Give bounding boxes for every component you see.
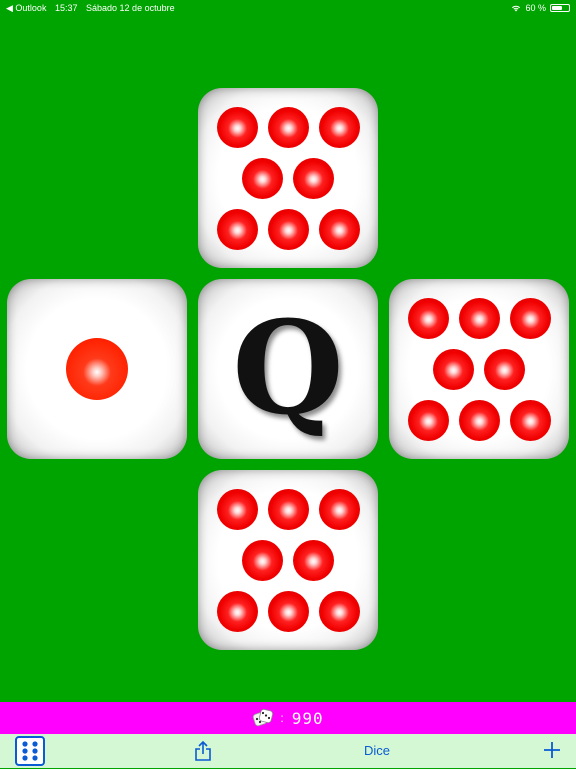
back-to-app-link[interactable]: ◀ Outlook	[6, 3, 46, 13]
die-pip	[318, 106, 360, 148]
battery-percent: 60 %	[525, 3, 546, 13]
die-pip	[484, 348, 525, 390]
dice-select-button[interactable]	[15, 736, 45, 766]
share-icon[interactable]	[192, 740, 214, 762]
die-pip	[509, 399, 551, 441]
dice-pair-icon	[253, 708, 274, 727]
die-pip	[318, 208, 360, 250]
die-pip	[293, 539, 334, 581]
die-pip	[433, 348, 474, 390]
die-pip	[293, 157, 334, 199]
die-pip	[242, 539, 283, 581]
battery-icon	[550, 4, 570, 12]
status-time: 15:37	[54, 3, 78, 13]
die-right[interactable]	[389, 279, 569, 459]
die-pip	[66, 338, 128, 400]
die-bottom[interactable]	[198, 470, 378, 650]
die-pip	[267, 590, 309, 632]
status-bar: ◀ Outlook 15:37 Sábado 12 de octubre 60 …	[0, 0, 576, 16]
die-pip	[318, 488, 360, 530]
die-pip	[242, 157, 283, 199]
score-value: 990	[291, 708, 324, 728]
wifi-icon	[512, 5, 521, 12]
die-pip	[407, 297, 449, 339]
score-separator: :	[280, 711, 284, 725]
die-pip	[407, 399, 449, 441]
die-pip	[267, 208, 309, 250]
die-pip	[267, 488, 309, 530]
die-pip	[216, 590, 258, 632]
score-bar: : 990	[0, 702, 576, 734]
bottom-toolbar: Dice	[0, 734, 576, 768]
die-top[interactable]	[198, 88, 378, 268]
die-pip	[216, 488, 258, 530]
die-center[interactable]: Q	[198, 279, 378, 459]
die-left[interactable]	[7, 279, 187, 459]
status-date: Sábado 12 de octubre	[86, 3, 175, 13]
die-pip	[509, 297, 551, 339]
die-pip	[267, 106, 309, 148]
die-pip	[318, 590, 360, 632]
die-pip	[458, 399, 500, 441]
die-pip	[216, 106, 258, 148]
die-center-label: Q	[232, 294, 344, 444]
die-pip	[216, 208, 258, 250]
die-pip	[458, 297, 500, 339]
battery-fill	[552, 6, 562, 10]
dice-title-button[interactable]: Dice	[340, 734, 414, 768]
six-dots-icon	[22, 741, 38, 761]
plus-icon[interactable]	[542, 740, 562, 760]
